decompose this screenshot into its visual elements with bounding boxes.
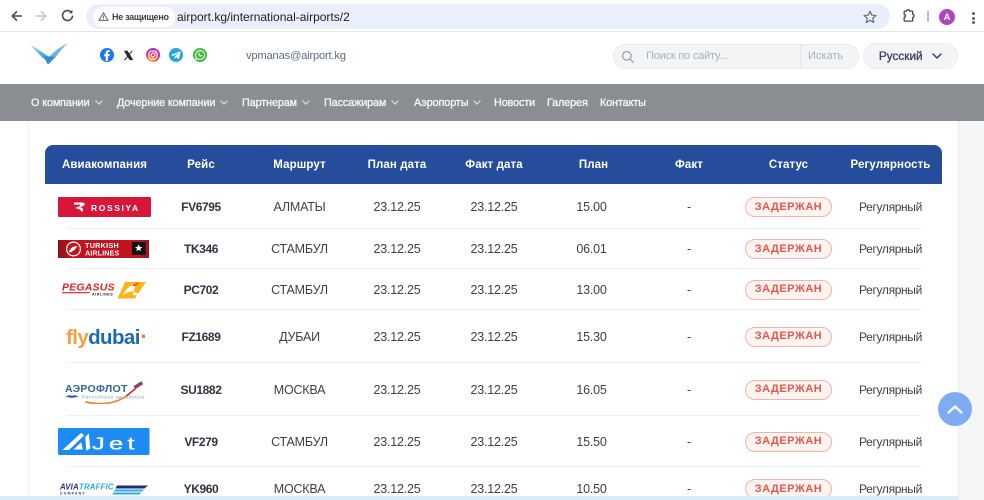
svg-text:АЭРОФЛОТ: АЭРОФЛОТ <box>65 383 128 395</box>
svg-text:Российские авиалинии: Российские авиалинии <box>82 394 144 400</box>
svg-text:Jet: Jet <box>92 433 139 453</box>
svg-text:COMPANY: COMPANY <box>60 492 86 496</box>
svg-text:AIRLINES: AIRLINES <box>92 292 113 296</box>
svg-text:TRAFFIC: TRAFFIC <box>79 483 114 492</box>
svg-text:ROSSIYA: ROSSIYA <box>91 203 140 213</box>
svg-text:AIRLINES: AIRLINES <box>85 249 119 258</box>
svg-text:AVIA: AVIA <box>60 483 79 492</box>
